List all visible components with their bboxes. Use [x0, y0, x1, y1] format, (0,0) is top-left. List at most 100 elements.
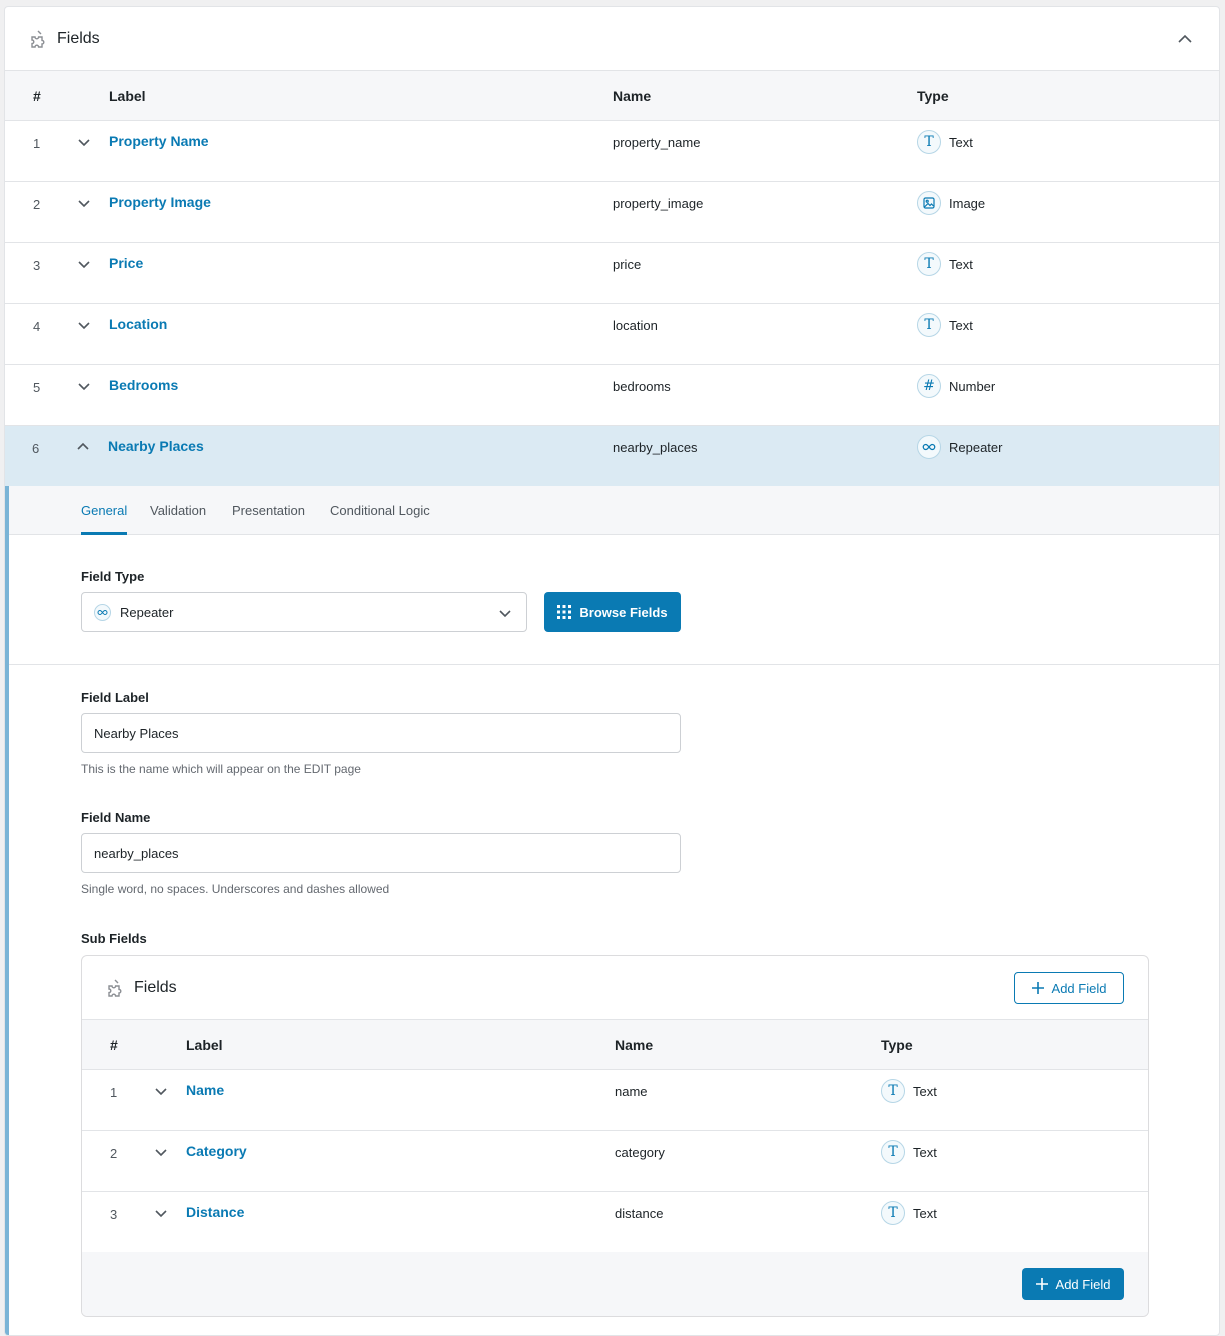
field-label-link[interactable]: Bedrooms — [109, 377, 178, 393]
field-name: distance — [615, 1206, 664, 1221]
field-label-hint: This is the name which will appear on th… — [81, 762, 361, 776]
text-type-icon: T — [917, 313, 941, 337]
chevron-up-icon[interactable] — [76, 440, 90, 454]
col-name: Name — [613, 88, 652, 104]
field-type: Text — [949, 318, 973, 333]
sub-fields-panel: Fields Add Field # Label Name Type 1 Name… — [81, 955, 1149, 1317]
field-name: name — [615, 1084, 648, 1099]
field-label-label: Field Label — [81, 690, 149, 705]
field-type: Number — [949, 379, 996, 394]
field-label-link[interactable]: Name — [186, 1082, 224, 1098]
sub-col-type: Type — [881, 1037, 913, 1053]
field-name: nearby_places — [613, 440, 698, 455]
grid-icon — [557, 605, 572, 619]
text-type-icon: T — [881, 1140, 905, 1164]
sub-table-row[interactable]: 1 Name name T Text — [82, 1070, 1148, 1131]
field-type: Text — [913, 1145, 937, 1160]
table-row[interactable]: 5 Bedrooms bedrooms # Number — [5, 365, 1219, 426]
chevron-down-icon[interactable] — [154, 1206, 168, 1220]
add-field-label: Add Field — [1051, 980, 1107, 996]
tab-validation[interactable]: Validation — [150, 503, 206, 518]
field-name: bedrooms — [613, 379, 671, 394]
sub-fields-title: Fields — [134, 979, 177, 996]
chevron-down-icon[interactable] — [154, 1145, 168, 1159]
plus-icon — [1035, 1278, 1048, 1290]
row-number: 1 — [33, 136, 41, 151]
browse-fields-label: Browse Fields — [579, 604, 668, 620]
text-type-icon: T — [917, 252, 941, 276]
field-type: Text — [949, 135, 973, 150]
chevron-down-icon[interactable] — [77, 379, 91, 393]
field-type-value: Repeater — [120, 605, 174, 620]
col-type: Type — [917, 88, 949, 104]
field-label-input[interactable]: Nearby Places — [81, 713, 681, 753]
field-label-link[interactable]: Distance — [186, 1204, 244, 1220]
col-label: Label — [109, 88, 146, 104]
field-name: property_image — [613, 196, 704, 211]
table-row[interactable]: 4 Location location T Text — [5, 304, 1219, 365]
row-number: 5 — [33, 380, 41, 395]
field-name-input[interactable]: nearby_places — [81, 833, 681, 873]
add-field-button-top[interactable]: Add Field — [1014, 972, 1124, 1004]
field-name: price — [613, 257, 642, 272]
sub-table-row[interactable]: 2 Category category T Text — [82, 1131, 1148, 1192]
sub-fields-footer: Add Field — [82, 1252, 1148, 1316]
field-label-link[interactable]: Property Name — [109, 133, 209, 149]
table-row[interactable]: 3 Price price T Text — [5, 243, 1219, 304]
text-type-icon: T — [917, 130, 941, 154]
number-type-icon: # — [917, 374, 941, 398]
field-type: Text — [949, 257, 973, 272]
puzzle-icon — [31, 30, 45, 48]
chevron-down-icon[interactable] — [154, 1084, 168, 1098]
repeater-icon — [94, 604, 111, 621]
field-label-link[interactable]: Category — [186, 1143, 247, 1159]
row-number: 1 — [110, 1085, 118, 1100]
field-name: property_name — [613, 135, 701, 150]
image-type-icon — [917, 191, 941, 215]
table-row[interactable]: 6 Nearby Places nearby_places Repeater — [5, 426, 1219, 487]
chevron-down-icon — [499, 610, 511, 618]
panel-title: Fields — [57, 29, 100, 47]
field-name-label: Field Name — [81, 810, 151, 825]
table-header: # Label Name Type — [5, 71, 1219, 121]
chevron-up-icon[interactable] — [1175, 29, 1195, 49]
row-number: 3 — [33, 258, 41, 273]
chevron-down-icon[interactable] — [77, 135, 91, 149]
row-number: 4 — [33, 319, 41, 334]
table-row[interactable]: 1 Property Name property_name T Text — [5, 121, 1219, 182]
field-label-link[interactable]: Location — [109, 316, 167, 332]
add-field-button-bottom[interactable]: Add Field — [1022, 1268, 1124, 1300]
field-name: location — [613, 318, 658, 333]
section-divider — [9, 664, 1219, 665]
field-type-select[interactable]: Repeater — [81, 592, 527, 632]
field-type: Repeater — [949, 440, 1003, 455]
fields-panel: Fields # Label Name Type 1 Property Name p… — [4, 6, 1220, 1336]
table-row[interactable]: 2 Property Image property_image Image — [5, 182, 1219, 243]
tab-conditional-logic[interactable]: Conditional Logic — [330, 503, 430, 518]
sub-table-header: # Label Name Type — [82, 1020, 1148, 1070]
puzzle-icon — [108, 979, 122, 997]
col-num: # — [33, 88, 41, 104]
text-type-icon: T — [881, 1201, 905, 1225]
field-editor: General Validation Presentation Conditio… — [5, 486, 1219, 1335]
chevron-down-icon[interactable] — [77, 257, 91, 271]
tab-presentation[interactable]: Presentation — [232, 503, 305, 518]
sub-col-name: Name — [615, 1037, 654, 1053]
chevron-down-icon[interactable] — [77, 196, 91, 210]
field-label-link[interactable]: Price — [109, 255, 143, 271]
field-label-link[interactable]: Nearby Places — [108, 438, 204, 454]
field-label-link[interactable]: Property Image — [109, 194, 211, 210]
sub-table-row[interactable]: 3 Distance distance T Text — [82, 1192, 1148, 1253]
editor-tabs: General Validation Presentation Conditio… — [9, 486, 1219, 535]
sub-fields-label: Sub Fields — [81, 931, 147, 946]
text-type-icon: T — [881, 1079, 905, 1103]
chevron-down-icon[interactable] — [77, 318, 91, 332]
field-type: Text — [913, 1084, 937, 1099]
field-type-label: Field Type — [81, 569, 145, 584]
browse-fields-button[interactable]: Browse Fields — [544, 592, 681, 632]
tab-general[interactable]: General — [81, 503, 127, 518]
row-number: 6 — [32, 441, 40, 456]
row-number: 3 — [110, 1207, 118, 1222]
row-number: 2 — [33, 197, 41, 212]
field-type: Text — [913, 1206, 937, 1221]
